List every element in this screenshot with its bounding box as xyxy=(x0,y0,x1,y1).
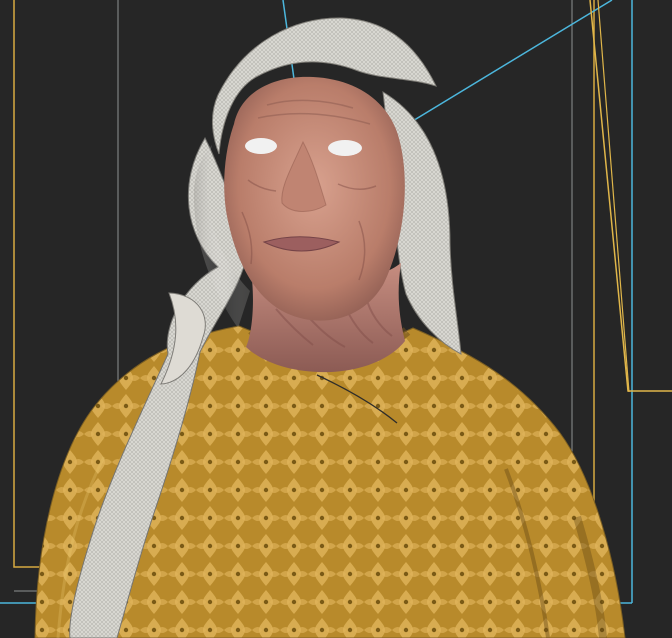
head-model[interactable] xyxy=(224,76,405,373)
3d-viewport[interactable] xyxy=(0,0,672,638)
yellow-camera-edge-2 xyxy=(597,0,630,393)
right-eye-white xyxy=(328,140,362,156)
left-eye-white xyxy=(245,138,277,154)
rendered-scene[interactable] xyxy=(0,0,672,638)
